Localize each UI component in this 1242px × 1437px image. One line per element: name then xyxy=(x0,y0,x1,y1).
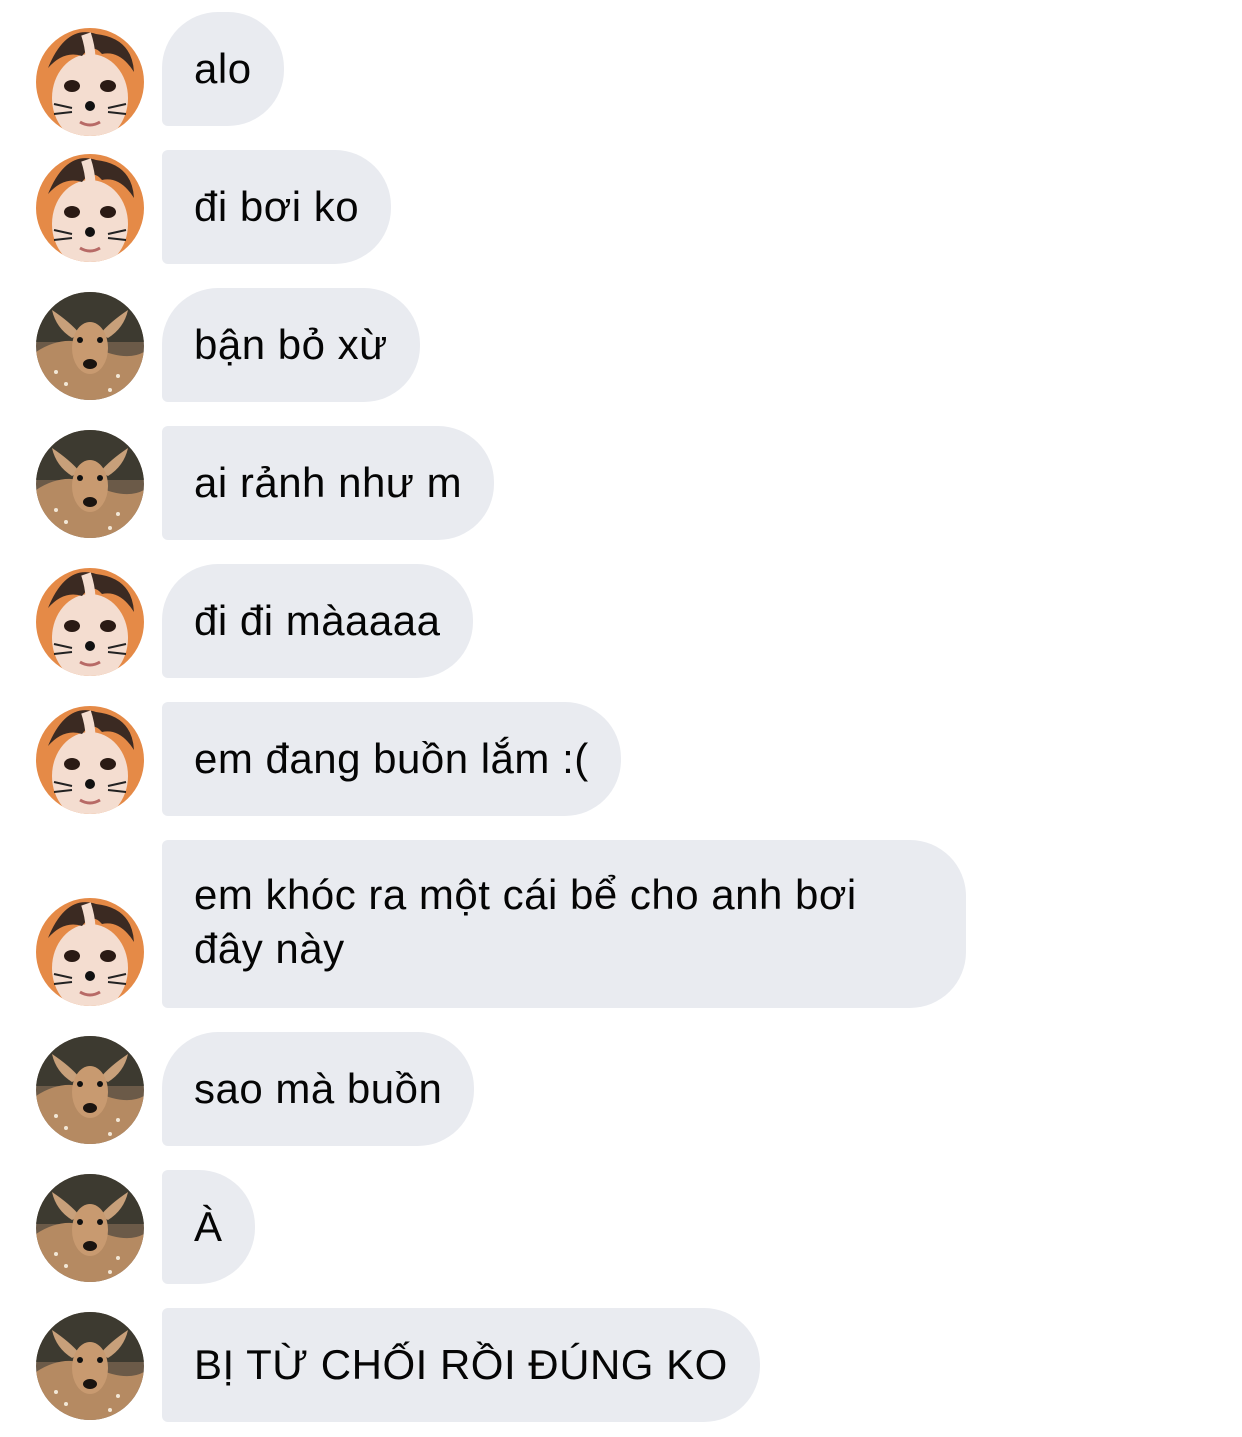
message-row: em khóc ra một cái bể cho anh bơi đây nà… xyxy=(0,840,1242,1008)
deer-avatar[interactable] xyxy=(36,1036,144,1144)
message-row: bận bỏ xừ xyxy=(0,288,1242,402)
message-row: alo xyxy=(0,12,1242,136)
deer-icon xyxy=(36,430,144,538)
deer-avatar[interactable] xyxy=(36,430,144,538)
message-bubble[interactable]: BỊ TỪ CHỐI RỒI ĐÚNG KO xyxy=(162,1308,760,1422)
message-bubble[interactable]: À xyxy=(162,1170,255,1284)
deer-icon xyxy=(36,1312,144,1420)
message-row: em đang buồn lắm :( xyxy=(0,702,1242,816)
deer-avatar[interactable] xyxy=(36,1174,144,1282)
message-bubble[interactable]: bận bỏ xừ xyxy=(162,288,420,402)
boy-avatar[interactable] xyxy=(36,706,144,814)
message-text: đi bơi ko xyxy=(194,183,360,230)
message-bubble[interactable]: ai rảnh như m xyxy=(162,426,495,540)
boy-avatar[interactable] xyxy=(36,568,144,676)
boy-face-icon xyxy=(36,706,144,814)
message-text: đi đi màaaaa xyxy=(194,597,441,644)
message-text: bận bỏ xừ xyxy=(194,321,388,368)
boy-face-icon xyxy=(36,898,144,1006)
message-bubble[interactable]: đi đi màaaaa xyxy=(162,564,473,678)
deer-icon xyxy=(36,1174,144,1282)
boy-face-icon xyxy=(36,154,144,262)
deer-avatar[interactable] xyxy=(36,1312,144,1420)
message-row: À xyxy=(0,1170,1242,1284)
message-row: ai rảnh như m xyxy=(0,426,1242,540)
message-bubble[interactable]: alo xyxy=(162,12,284,126)
message-row: đi đi màaaaa xyxy=(0,564,1242,678)
boy-face-icon xyxy=(36,28,144,136)
message-text: em khóc ra một cái bể cho anh bơi đây nà… xyxy=(194,871,857,972)
boy-avatar[interactable] xyxy=(36,28,144,136)
message-text: ai rảnh như m xyxy=(194,459,463,506)
message-text: BỊ TỪ CHỐI RỒI ĐÚNG KO xyxy=(194,1341,728,1388)
message-text: sao mà buồn xyxy=(194,1065,443,1112)
message-text: alo xyxy=(194,45,252,92)
boy-face-icon xyxy=(36,568,144,676)
message-text: em đang buồn lắm :( xyxy=(194,735,589,782)
deer-icon xyxy=(36,1036,144,1144)
deer-avatar[interactable] xyxy=(36,292,144,400)
message-text: À xyxy=(194,1203,223,1250)
message-bubble[interactable]: em đang buồn lắm :( xyxy=(162,702,621,816)
deer-icon xyxy=(36,292,144,400)
message-row: BỊ TỪ CHỐI RỒI ĐÚNG KO xyxy=(0,1308,1242,1422)
message-bubble[interactable]: em khóc ra một cái bể cho anh bơi đây nà… xyxy=(162,840,966,1008)
message-row: sao mà buồn xyxy=(0,1032,1242,1146)
chat-thread: alo đi bơi ko bận bỏ xừ ai rảnh như m đi… xyxy=(0,0,1242,1437)
message-row: đi bơi ko xyxy=(0,150,1242,264)
boy-avatar[interactable] xyxy=(36,898,144,1006)
message-bubble[interactable]: đi bơi ko xyxy=(162,150,392,264)
message-bubble[interactable]: sao mà buồn xyxy=(162,1032,475,1146)
boy-avatar[interactable] xyxy=(36,154,144,262)
